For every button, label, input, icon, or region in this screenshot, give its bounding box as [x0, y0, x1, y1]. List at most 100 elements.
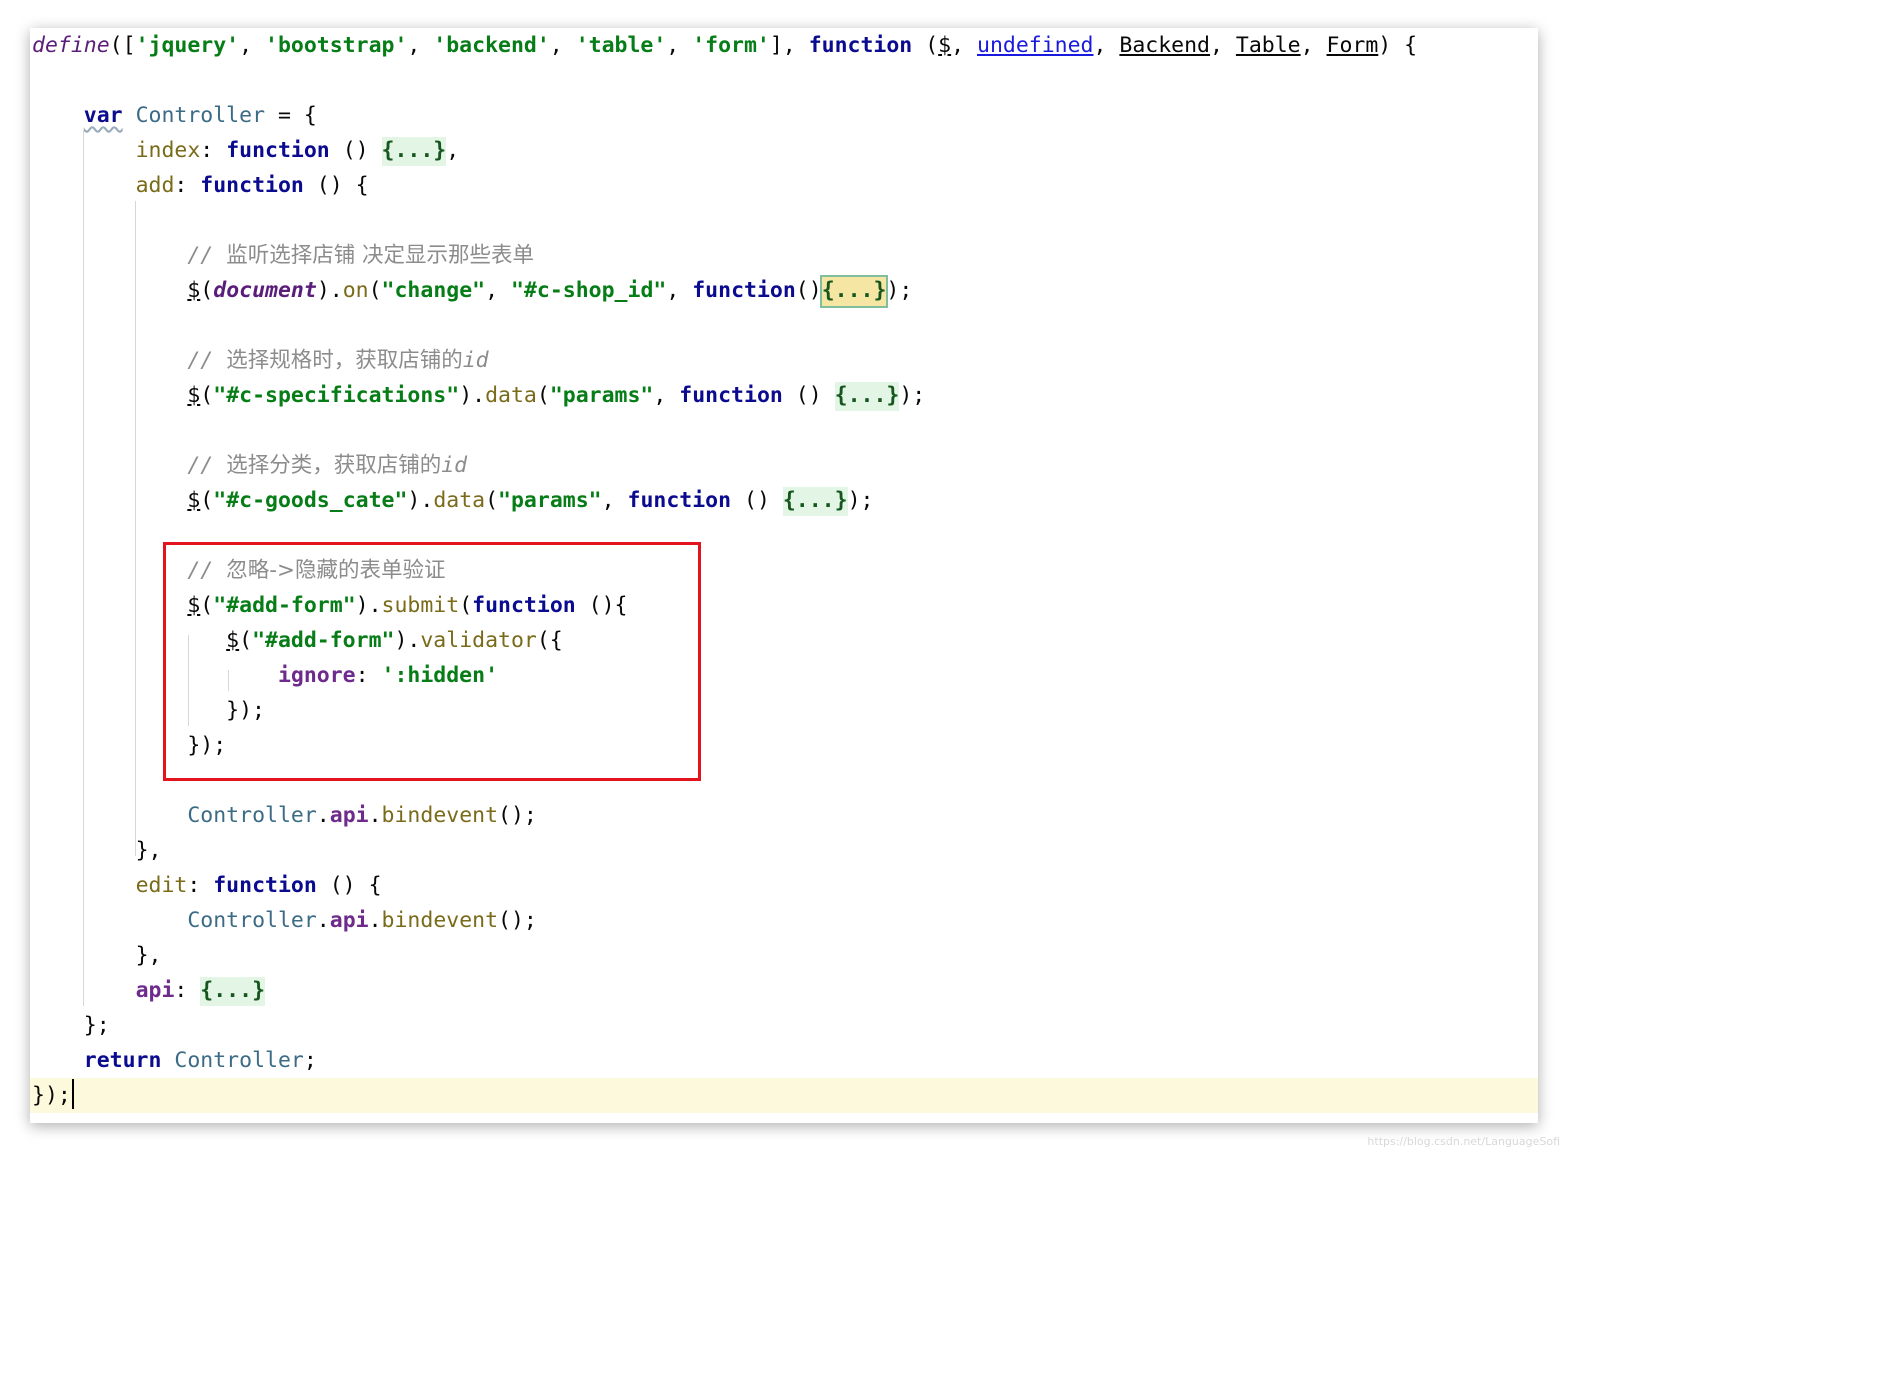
code-line[interactable]: [30, 413, 1538, 448]
code-token: );: [886, 278, 913, 303]
code-token: ) {: [1378, 33, 1418, 58]
code-token: ,: [653, 383, 680, 408]
code-token: ,: [239, 33, 266, 58]
code-token: :: [200, 138, 227, 163]
code-token: :: [174, 978, 201, 1003]
code-token: "change": [381, 278, 486, 303]
code-token: "params": [549, 383, 654, 408]
code-token: = {: [265, 103, 317, 128]
code-token: add: [135, 173, 175, 198]
code-token: 'form': [692, 33, 770, 58]
code-token: data: [485, 383, 537, 408]
code-line[interactable]: $("#c-specifications").data("params", fu…: [30, 378, 1538, 413]
code-token: });: [32, 1083, 71, 1108]
code-token: Table: [1235, 33, 1301, 58]
fold-placeholder[interactable]: {...}: [819, 275, 889, 308]
code-line[interactable]: Controller.api.bindevent();: [30, 903, 1538, 938]
code-token: function: [679, 383, 783, 408]
code-token: 'bootstrap': [265, 33, 408, 58]
code-token: (): [795, 278, 822, 303]
code-token: 选择规格时，获取店铺的: [226, 348, 463, 373]
code-line[interactable]: });: [30, 1078, 1538, 1113]
fold-placeholder[interactable]: {...}: [200, 977, 266, 1006]
code-token: define: [32, 33, 110, 58]
code-line[interactable]: $("#c-goods_cate").data("params", functi…: [30, 483, 1538, 518]
code-line[interactable]: [30, 63, 1538, 98]
code-token: api: [329, 908, 369, 933]
code-token: //: [187, 243, 227, 268]
code-token: ],: [769, 33, 809, 58]
code-line[interactable]: add: function () {: [30, 168, 1538, 203]
code-token: bindevent: [381, 908, 499, 933]
code-line[interactable]: },: [30, 833, 1538, 868]
code-token: Controller: [187, 803, 317, 828]
fold-placeholder[interactable]: {...}: [381, 137, 447, 166]
indent-guide: [83, 131, 84, 1006]
code-token: );: [847, 488, 874, 513]
code-token: ();: [498, 908, 537, 933]
code-token: ,: [1093, 33, 1120, 58]
code-token: ,: [549, 33, 576, 58]
code-token: $: [187, 488, 201, 513]
code-token: () {: [303, 173, 369, 198]
code-token: function: [808, 33, 913, 58]
code-token: "#c-specifications": [213, 383, 460, 408]
code-token: ,: [951, 33, 977, 58]
code-token: ,: [446, 138, 460, 163]
code-line[interactable]: api: {...}: [30, 973, 1538, 1008]
code-token: Backend: [1119, 33, 1210, 58]
code-token: function: [627, 488, 732, 513]
code-token: id: [462, 348, 489, 373]
code-line[interactable]: Controller.api.bindevent();: [30, 798, 1538, 833]
code-token: };: [83, 1013, 110, 1038]
code-line[interactable]: index: function () {...},: [30, 133, 1538, 168]
code-token: .: [316, 803, 330, 828]
code-token: id: [441, 453, 468, 478]
code-line[interactable]: [30, 308, 1538, 343]
code-line[interactable]: edit: function () {: [30, 868, 1538, 903]
code-token: data: [433, 488, 486, 513]
code-line[interactable]: // 监听选择店铺 决定显示那些表单: [30, 238, 1538, 273]
code-line[interactable]: };: [30, 1008, 1538, 1043]
code-token: "params": [498, 488, 602, 513]
code-token: ,: [407, 33, 434, 58]
text-caret: [72, 1079, 74, 1109]
code-token: $: [187, 383, 201, 408]
code-line[interactable]: $(document).on("change", "#c-shop_id", f…: [30, 273, 1538, 308]
code-line[interactable]: [30, 203, 1538, 238]
code-token: (): [329, 138, 382, 163]
fold-placeholder[interactable]: {...}: [834, 382, 900, 411]
code-token: },: [135, 943, 162, 968]
code-token: ;: [303, 1048, 317, 1073]
code-line[interactable]: // 选择规格时，获取店铺的id: [30, 343, 1538, 378]
code-line[interactable]: return Controller;: [30, 1043, 1538, 1078]
code-line[interactable]: // 选择分类，获取店铺的id: [30, 448, 1538, 483]
code-token: ,: [1300, 33, 1327, 58]
code-token: $: [938, 33, 952, 58]
watermark: https://blog.csdn.net/LanguageSofi: [1367, 1135, 1560, 1148]
code-token: function: [200, 173, 304, 198]
code-token: ).: [407, 488, 434, 513]
code-line[interactable]: },: [30, 938, 1538, 973]
code-token: function: [692, 278, 796, 303]
editor-window: define(['jquery', 'bootstrap', 'backend'…: [30, 28, 1538, 1123]
code-token: () {: [316, 873, 382, 898]
code-token: api: [329, 803, 369, 828]
code-token: :: [174, 173, 201, 198]
fold-placeholder[interactable]: {...}: [782, 487, 848, 516]
code-token: },: [135, 838, 162, 863]
code-token: 'jquery': [135, 33, 240, 58]
code-token: ([: [109, 33, 136, 58]
code-line[interactable]: var Controller = {: [30, 98, 1538, 133]
code-token: :: [187, 873, 214, 898]
code-token: (: [200, 488, 214, 513]
code-token: (: [200, 278, 214, 303]
code-token: api: [135, 978, 175, 1003]
code-line[interactable]: define(['jquery', 'bootstrap', 'backend'…: [30, 28, 1538, 63]
